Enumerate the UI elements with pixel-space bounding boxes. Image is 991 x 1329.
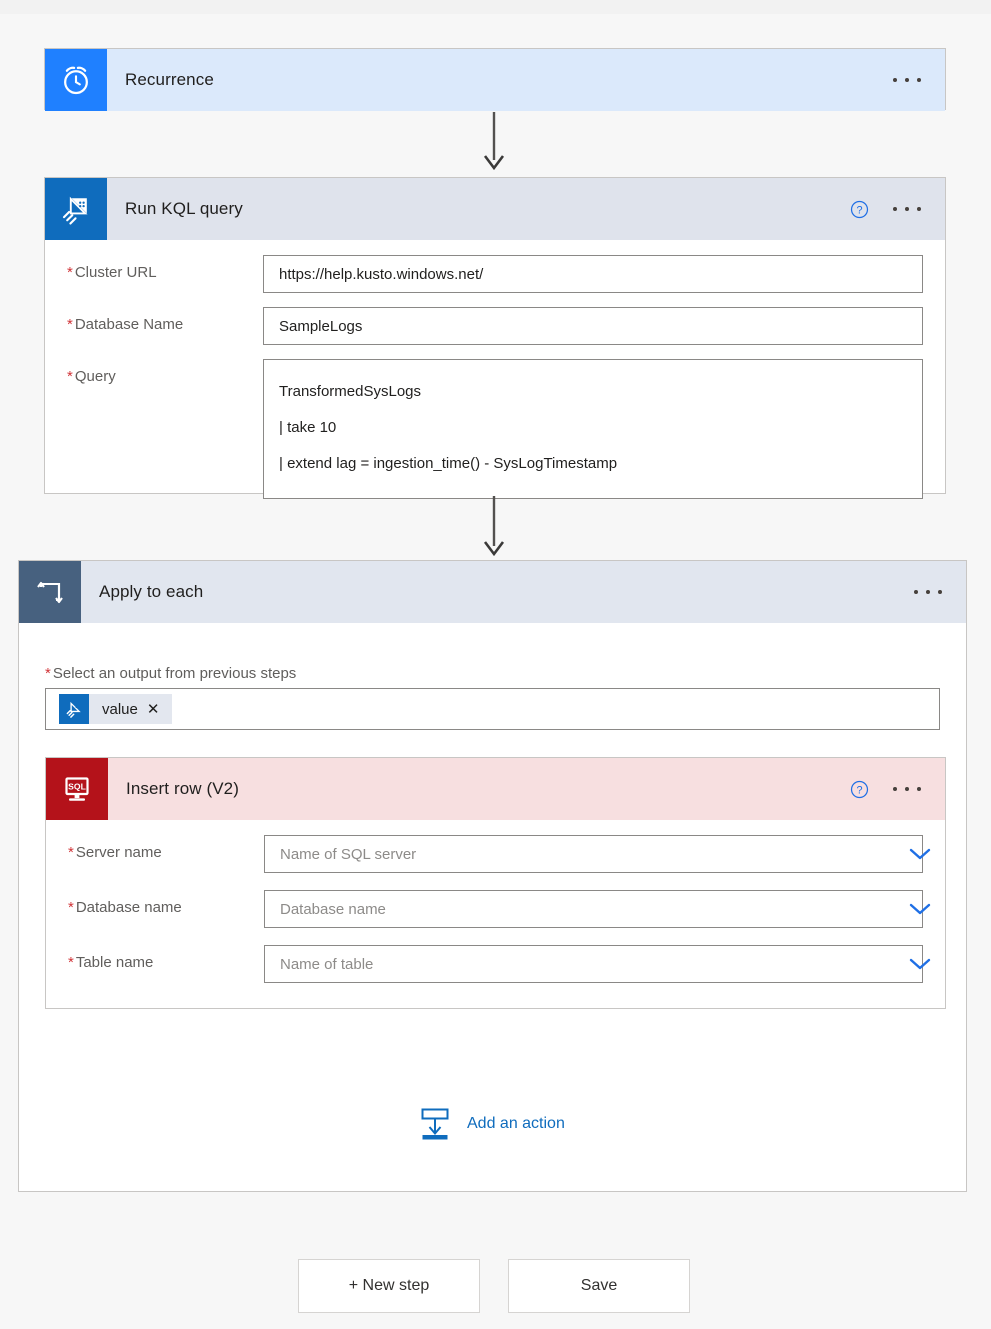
field-row-server-name: *Server name Name of SQL server [46,820,945,873]
new-step-button[interactable]: + New step [298,1259,480,1313]
database-name-input[interactable]: SampleLogs [263,307,923,345]
top-strip [0,0,991,14]
help-icon[interactable]: ? [850,780,869,799]
field-row-database-name: *Database Name SampleLogs [45,293,945,345]
required-asterisk: * [68,899,74,916]
svg-text:?: ? [856,204,862,216]
apply-to-each-menu-button[interactable] [912,584,944,600]
query-label: *Query [67,359,263,385]
recurrence-title: Recurrence [125,70,214,90]
apply-to-each-title: Apply to each [99,582,203,602]
svg-text:?: ? [856,784,862,796]
chevron-down-icon[interactable] [909,958,931,971]
help-icon[interactable]: ? [850,200,869,219]
required-asterisk: * [68,844,74,861]
step-card-run-kql-query[interactable]: Run KQL query ? *Cluster URL https://hel… [44,177,946,494]
server-name-control: Name of SQL server [264,835,945,873]
apply-to-each-body: *Select an output from previous steps va… [19,623,966,730]
new-step-label: + New step [349,1277,429,1295]
select-output-input[interactable]: value ✕ [45,688,940,730]
loop-icon [19,561,81,623]
recurrence-menu-button[interactable] [891,72,923,88]
required-asterisk: * [68,954,74,971]
database-name-control: SampleLogs [263,307,945,345]
cluster-url-label: *Cluster URL [67,255,263,281]
step-card-recurrence[interactable]: Recurrence [44,48,946,110]
step-card-apply-to-each[interactable]: Apply to each *Select an output from pre… [18,560,967,1192]
azure-data-explorer-icon [59,694,89,724]
insert-row-menu-button[interactable] [891,781,923,797]
database-name-label: *Database Name [67,307,263,333]
query-input[interactable]: TransformedSysLogs | take 10 | extend la… [263,359,923,499]
azure-data-explorer-icon [45,178,107,240]
database-name-sql-control: Database name [264,890,945,928]
table-name-dropdown[interactable]: Name of table [264,945,923,983]
recurrence-header: Recurrence [45,49,945,111]
sql-server-icon: SQL [46,758,108,820]
kql-body: *Cluster URL https://help.kusto.windows.… [45,240,945,499]
kql-menu-button[interactable] [891,201,923,217]
insert-row-title: Insert row (V2) [126,779,239,799]
kql-header-actions: ? [850,200,945,219]
recurrence-header-actions [891,72,945,88]
save-label: Save [581,1277,617,1295]
table-name-label: *Table name [68,945,264,971]
insert-row-body: *Server name Name of SQL server *Databas… [46,820,945,983]
apply-to-each-header-actions [912,584,966,600]
query-control: TransformedSysLogs | take 10 | extend la… [263,359,945,499]
server-name-label: *Server name [68,835,264,861]
alarm-clock-icon [45,49,107,111]
add-an-action-label: Add an action [467,1115,565,1133]
insert-row-header: SQL Insert row (V2) ? [46,758,945,820]
table-name-control: Name of table [264,945,945,983]
server-name-dropdown[interactable]: Name of SQL server [264,835,923,873]
connector-arrow-1 [481,112,507,172]
chevron-down-icon[interactable] [909,903,931,916]
step-card-insert-row[interactable]: SQL Insert row (V2) ? *Server name [45,757,946,1009]
chevron-down-icon[interactable] [909,848,931,861]
add-an-action-button[interactable]: Add an action [417,1107,565,1141]
svg-text:SQL: SQL [68,781,86,791]
kql-header: Run KQL query ? [45,178,945,240]
query-line: TransformedSysLogs [279,374,907,410]
required-asterisk: * [67,316,73,333]
value-token[interactable]: value ✕ [59,694,172,724]
apply-to-each-header: Apply to each [19,561,966,623]
connector-arrow-2 [481,496,507,558]
field-row-table-name: *Table name Name of table [46,928,945,983]
field-row-query: *Query TransformedSysLogs | take 10 | ex… [45,345,945,499]
select-output-label: *Select an output from previous steps [45,665,940,688]
required-asterisk: * [67,264,73,281]
query-line: | extend lag = ingestion_time() - SysLog… [279,446,907,482]
value-token-label: value [89,701,145,718]
required-asterisk: * [67,368,73,385]
database-name-sql-dropdown[interactable]: Database name [264,890,923,928]
field-row-database-name-sql: *Database name Database name [46,873,945,928]
save-button[interactable]: Save [508,1259,690,1313]
required-asterisk: * [45,665,51,682]
cluster-url-control: https://help.kusto.windows.net/ [263,255,945,293]
insert-action-icon [417,1107,453,1141]
kql-title: Run KQL query [125,199,243,219]
database-name-sql-label: *Database name [68,890,264,916]
query-line: | take 10 [279,410,907,446]
field-row-cluster-url: *Cluster URL https://help.kusto.windows.… [45,240,945,293]
cluster-url-input[interactable]: https://help.kusto.windows.net/ [263,255,923,293]
close-icon[interactable]: ✕ [145,702,173,717]
insert-row-header-actions: ? [850,780,945,799]
